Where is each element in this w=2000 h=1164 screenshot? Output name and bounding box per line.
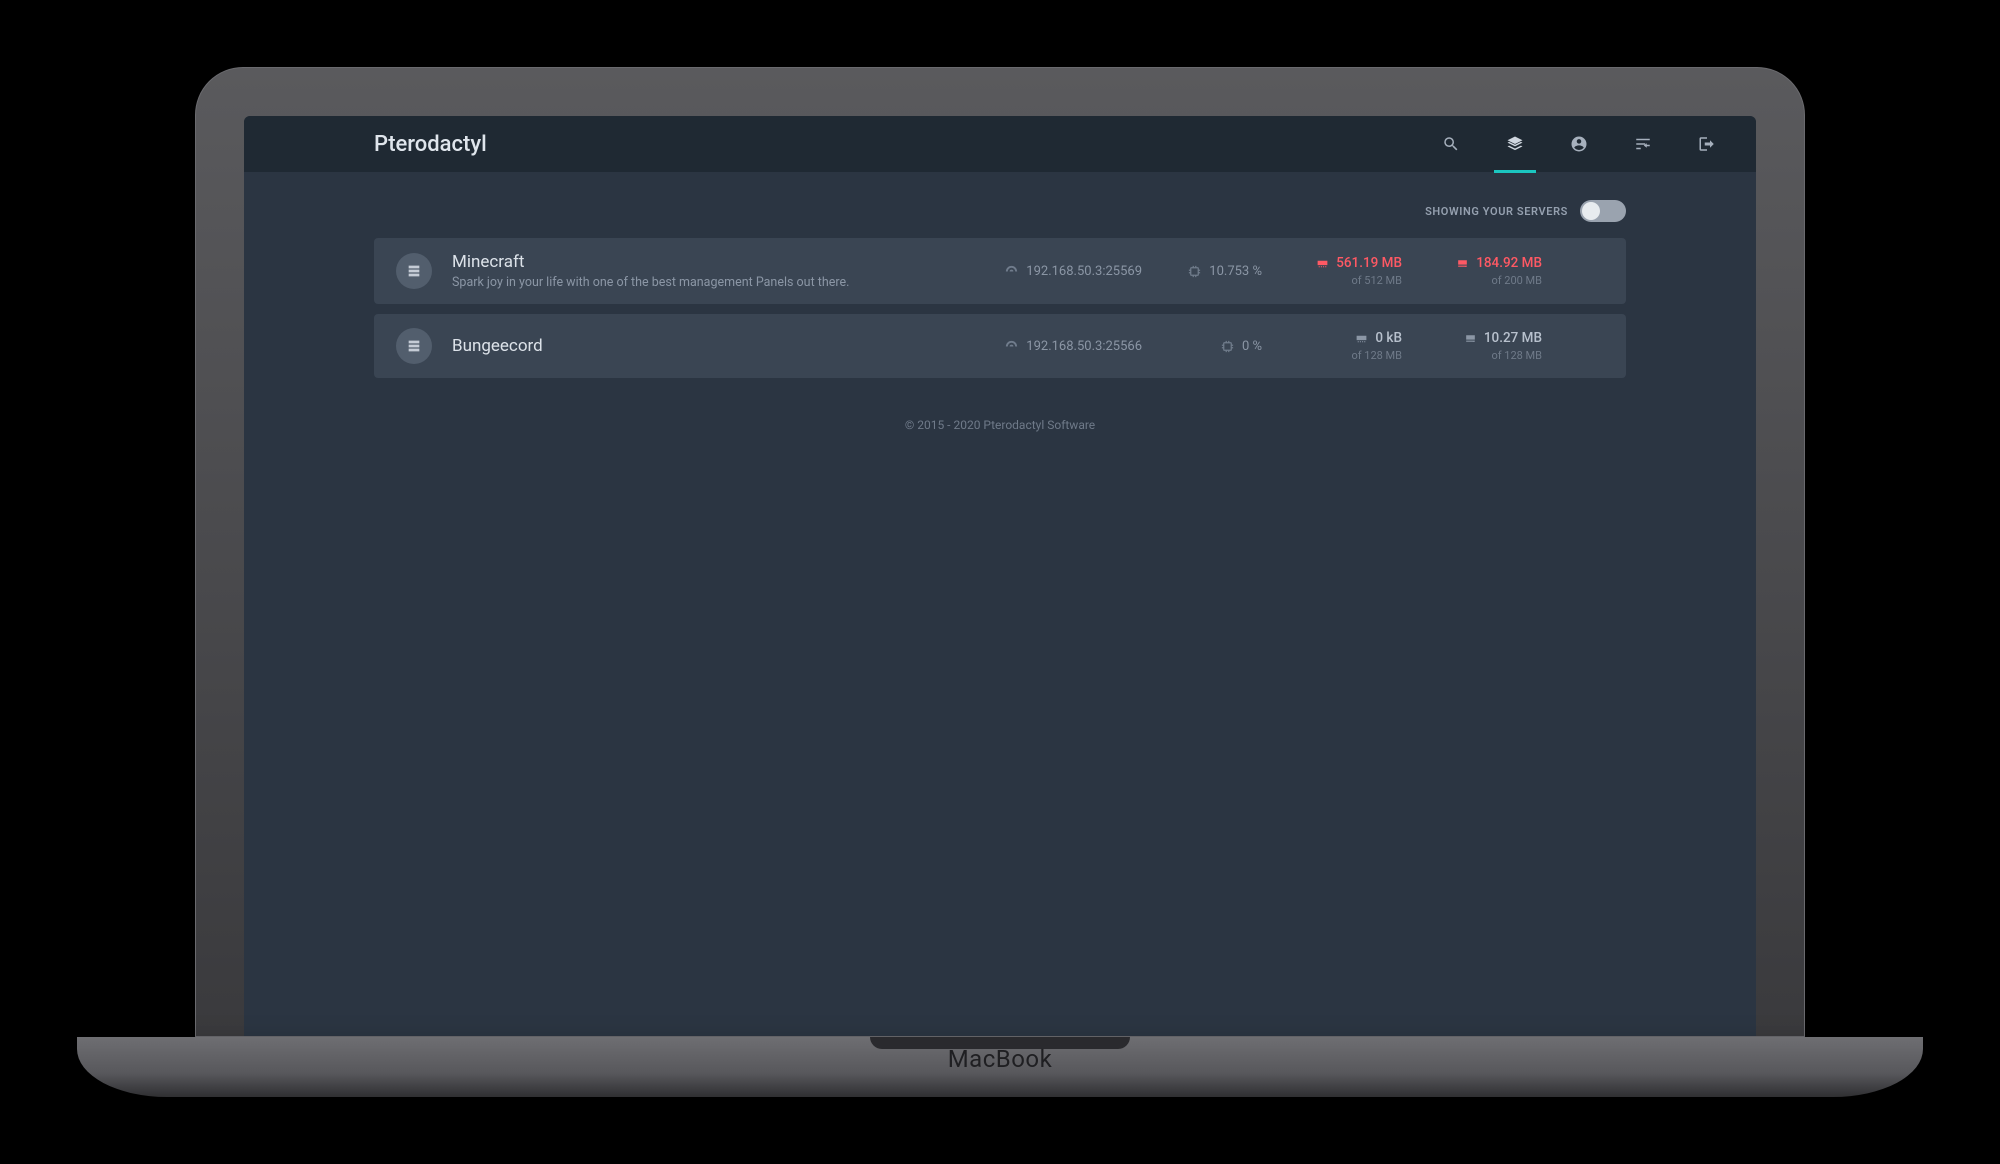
disk-value: 184.92 MB [1476, 255, 1542, 271]
layers-icon [1506, 135, 1524, 153]
laptop-frame: Pterodactyl [195, 67, 1805, 1097]
memory-limit: of 512 MB [1282, 274, 1402, 287]
footer-copyright: © 2015 - 2020 Pterodactyl Software [374, 418, 1626, 432]
server-card[interactable]: Minecraft Spark joy in your life with one… [374, 238, 1626, 304]
server-list: Minecraft Spark joy in your life with one… [374, 238, 1626, 378]
memory-value: 561.19 MB [1336, 255, 1402, 271]
search-button[interactable] [1442, 116, 1460, 172]
server-cpu: 0 % [1162, 339, 1262, 354]
disk-value: 10.27 MB [1484, 330, 1542, 346]
content-area: SHOWING YOUR SERVERS Minecraft Spark joy … [244, 172, 1756, 1036]
servers-nav-button[interactable] [1506, 116, 1524, 172]
server-name: Bungeecord [452, 336, 952, 356]
laptop-logo: MacBook [948, 1045, 1053, 1073]
server-description: Spark joy in your life with one of the b… [452, 275, 952, 290]
logout-button[interactable] [1698, 116, 1716, 172]
server-filter-row: SHOWING YOUR SERVERS [374, 200, 1626, 222]
user-circle-icon [1570, 135, 1588, 153]
server-icon [396, 328, 432, 364]
your-servers-toggle[interactable] [1580, 200, 1626, 222]
search-icon [1442, 135, 1460, 153]
topbar: Pterodactyl [244, 116, 1756, 172]
cpu-value: 10.753 % [1209, 264, 1262, 279]
server-memory: 561.19 MB of 512 MB [1282, 255, 1402, 287]
top-nav [1442, 116, 1716, 172]
logout-icon [1698, 135, 1716, 153]
laptop-base: MacBook [77, 1037, 1923, 1097]
server-memory: 0 kB of 128 MB [1282, 330, 1402, 362]
memory-limit: of 128 MB [1282, 349, 1402, 362]
server-address: 192.168.50.3:25569 [972, 264, 1142, 279]
app-screen: Pterodactyl [244, 116, 1756, 1036]
server-disk: 184.92 MB of 200 MB [1422, 255, 1542, 287]
disk-limit: of 128 MB [1422, 349, 1542, 362]
disk-limit: of 200 MB [1422, 274, 1542, 287]
ip-value: 192.168.50.3:25569 [1026, 264, 1142, 279]
cpu-value: 0 % [1242, 339, 1262, 354]
server-icon [396, 253, 432, 289]
memory-value: 0 kB [1375, 330, 1402, 346]
server-title-block: Bungeecord [452, 336, 952, 356]
screen-bezel: Pterodactyl [195, 67, 1805, 1037]
server-name: Minecraft [452, 252, 952, 272]
server-title-block: Minecraft Spark joy in your life with one… [452, 252, 952, 290]
server-cpu: 10.753 % [1162, 264, 1262, 279]
account-nav-button[interactable] [1570, 116, 1588, 172]
brand-title: Pterodactyl [374, 132, 487, 157]
admin-nav-button[interactable] [1634, 116, 1652, 172]
ip-value: 192.168.50.3:25566 [1026, 339, 1142, 354]
sliders-icon [1634, 135, 1652, 153]
server-address: 192.168.50.3:25566 [972, 339, 1142, 354]
toggle-label: SHOWING YOUR SERVERS [1425, 205, 1568, 218]
server-disk: 10.27 MB of 128 MB [1422, 330, 1542, 362]
server-card[interactable]: Bungeecord 192.168.50.3:25566 0 % 0 kB of 12… [374, 314, 1626, 378]
